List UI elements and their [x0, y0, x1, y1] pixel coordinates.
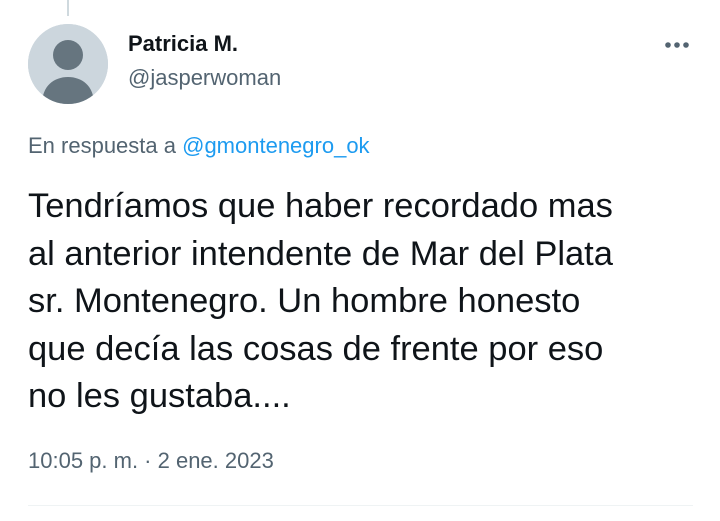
divider [28, 505, 693, 506]
more-options-button[interactable] [656, 30, 698, 60]
more-horizontal-icon [665, 42, 689, 48]
thread-connector-line [67, 0, 69, 16]
default-avatar-icon [28, 24, 108, 104]
author-display-name[interactable]: Patricia M. [128, 31, 238, 57]
tweet-timestamp[interactable]: 10:05 p. m. · 2 ene. 2023 [28, 448, 274, 474]
reply-context-prefix: En respuesta a [28, 133, 176, 158]
author-handle[interactable]: @jasperwoman [128, 65, 281, 91]
tweet-text: Tendríamos que haber recordado mas al an… [28, 187, 613, 415]
avatar[interactable] [28, 24, 108, 104]
reply-context: En respuesta a @gmontenegro_ok [28, 133, 370, 159]
reply-mention-link[interactable]: @gmontenegro_ok [182, 133, 369, 158]
